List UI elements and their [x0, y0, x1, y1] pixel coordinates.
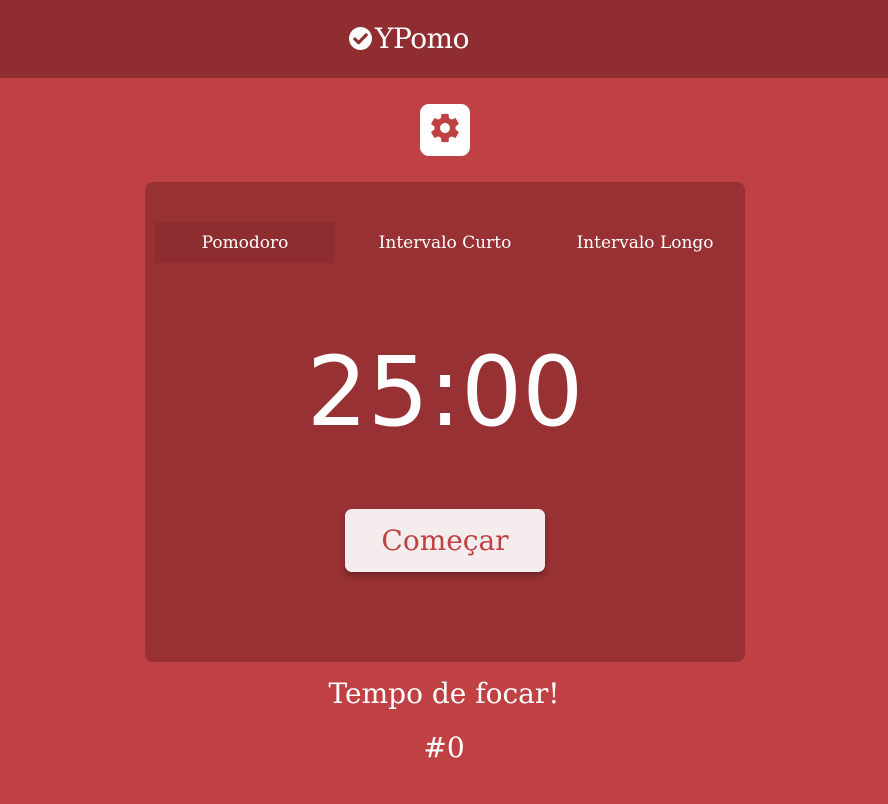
check-circle-icon — [348, 26, 373, 51]
timer-display: 25:00 — [306, 336, 584, 448]
status-message: Tempo de focar! — [328, 677, 560, 710]
gear-icon — [428, 111, 462, 149]
app-title: YPomo — [375, 21, 469, 55]
tab-long-break[interactable]: Intervalo Longo — [555, 222, 735, 263]
brand[interactable]: YPomo — [348, 20, 469, 56]
session-count: #0 — [423, 731, 465, 764]
settings-button[interactable] — [420, 104, 470, 156]
timer-card: Pomodoro Intervalo Curto Intervalo Longo… — [145, 182, 745, 662]
top-bar: YPomo — [0, 0, 888, 78]
start-button[interactable]: Começar — [345, 509, 545, 572]
tab-short-break[interactable]: Intervalo Curto — [355, 222, 535, 263]
tab-pomodoro[interactable]: Pomodoro — [155, 222, 335, 263]
